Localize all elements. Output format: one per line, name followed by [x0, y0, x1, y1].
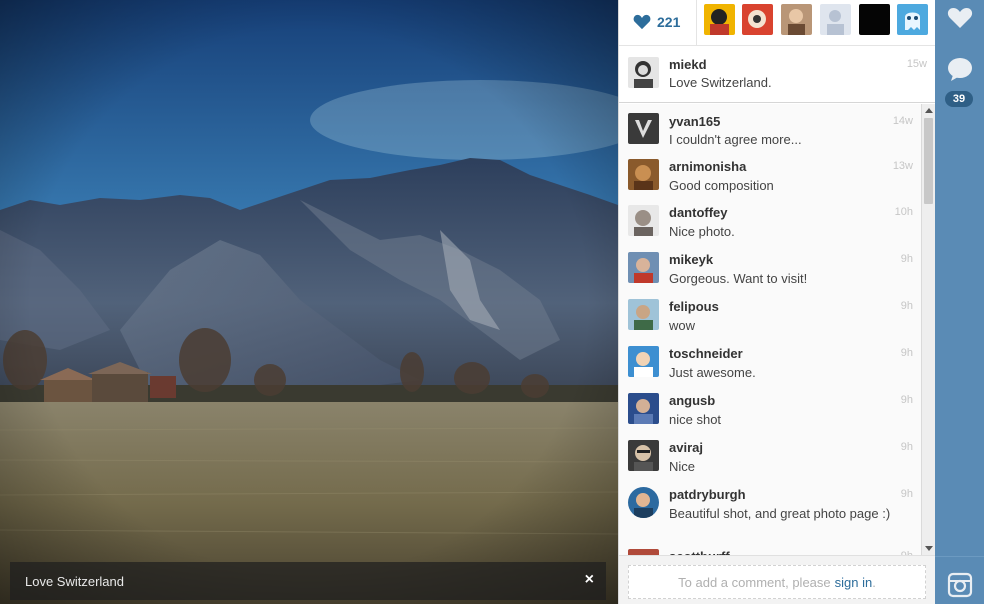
heart-icon	[633, 14, 651, 30]
liker-avatar[interactable]	[859, 4, 890, 35]
liker-avatar[interactable]	[704, 4, 735, 35]
divider	[696, 0, 697, 46]
comment-text: Beautiful shot, and great photo page :)	[669, 506, 891, 521]
comment-text: Nice	[669, 459, 696, 474]
comment-timestamp: 9h	[900, 488, 913, 500]
comment-item: felipous wow 9h	[619, 292, 921, 339]
comment-text: Gorgeous. Want to visit!	[669, 271, 808, 286]
comment-username[interactable]: patdryburgh	[669, 487, 746, 502]
comment-timestamp: 13w	[892, 160, 913, 172]
comment-username[interactable]: yvan165	[669, 114, 720, 129]
comment-text: Just awesome.	[669, 365, 756, 380]
avatar[interactable]	[628, 159, 659, 190]
comments-list[interactable]: yvan165 I couldn't agree more... 14w arn…	[619, 104, 921, 555]
comment-prompt: To add a comment, please	[678, 574, 831, 590]
liker-avatar[interactable]	[781, 4, 812, 35]
photo-caption: Love Switzerland	[25, 573, 124, 589]
instagram-camera-icon[interactable]	[947, 572, 973, 598]
comment-timestamp: 9h	[900, 253, 913, 265]
avatar[interactable]	[628, 487, 659, 518]
comment-item: mikeyk Gorgeous. Want to visit! 9h	[619, 245, 921, 292]
avatar[interactable]	[628, 346, 659, 377]
liker-avatar[interactable]	[742, 4, 773, 35]
comments-scrollbar[interactable]	[921, 104, 935, 555]
comment-timestamp: 9h	[900, 394, 913, 406]
comment-username[interactable]: mikeyk	[669, 252, 713, 267]
comment-bubble-icon[interactable]	[947, 57, 973, 83]
comment-text: Nice photo.	[669, 224, 735, 239]
comment-item: aviraj Nice 9h	[619, 433, 921, 480]
comment-item: toschneider Just awesome. 9h	[619, 339, 921, 386]
post-text: Love Switzerland.	[669, 75, 772, 90]
close-caption-button[interactable]: ×	[585, 572, 594, 588]
avatar[interactable]	[628, 393, 659, 424]
comment-input[interactable]: To add a comment, please sign in .	[628, 565, 926, 599]
avatar[interactable]	[628, 113, 659, 144]
sign-in-link[interactable]: sign in	[835, 575, 873, 590]
avatar[interactable]	[628, 252, 659, 283]
comment-item: scottburff 9h	[619, 544, 921, 555]
photo-viewer: Love Switzerland ×	[0, 0, 618, 604]
divider	[935, 556, 984, 557]
comment-prompt-suffix: .	[872, 574, 876, 590]
scrollbar-thumb[interactable]	[924, 118, 933, 204]
comment-username[interactable]: angusb	[669, 393, 715, 408]
comment-timestamp: 9h	[900, 300, 913, 312]
comment-timestamp: 9h	[900, 441, 913, 453]
liker-avatar[interactable]	[897, 4, 928, 35]
side-panel: 221 miekd Love Switzerland. 15w yvan165 …	[618, 0, 935, 604]
avatar[interactable]	[628, 205, 659, 236]
scroll-down-arrow-icon[interactable]	[925, 546, 933, 551]
like-heart-icon[interactable]	[947, 5, 973, 31]
comment-text: nice shot	[669, 412, 722, 427]
caption-bar: Love Switzerland ×	[10, 562, 606, 600]
comment-item: yvan165 I couldn't agree more... 14w	[619, 104, 921, 151]
liker-avatar[interactable]	[820, 4, 851, 35]
scroll-up-arrow-icon[interactable]	[925, 108, 933, 113]
likes-bar: 221	[619, 0, 935, 46]
comment-text: Good composition	[669, 178, 774, 193]
avatar[interactable]	[628, 299, 659, 330]
like-button[interactable]: 221	[633, 10, 680, 34]
comment-username[interactable]: felipous	[669, 299, 719, 314]
comment-timestamp: 10h	[894, 206, 913, 218]
comment-count-badge: 39	[945, 91, 973, 107]
comment-item: arnimonisha Good composition 13w	[619, 151, 921, 198]
comment-item: patdryburgh Beautiful shot, and great ph…	[619, 480, 921, 544]
comment-text: wow	[669, 318, 696, 333]
comment-username[interactable]: aviraj	[669, 440, 703, 455]
add-comment-area: To add a comment, please sign in .	[619, 555, 935, 604]
comment-item: angusb nice shot 9h	[619, 386, 921, 433]
comment-username[interactable]: arnimonisha	[669, 159, 746, 174]
comment-item: dantoffey Nice photo. 10h	[619, 198, 921, 245]
avatar[interactable]	[628, 57, 659, 88]
comment-timestamp: 9h	[900, 347, 913, 359]
landscape-photo	[0, 0, 618, 604]
comment-username[interactable]: dantoffey	[669, 205, 728, 220]
post-username[interactable]: miekd	[669, 57, 707, 72]
like-count: 221	[657, 14, 681, 30]
comment-timestamp: 14w	[892, 115, 913, 127]
original-post: miekd Love Switzerland. 15w	[619, 47, 935, 103]
avatar[interactable]	[628, 440, 659, 471]
comment-username[interactable]: toschneider	[669, 346, 743, 361]
action-rail: 39	[935, 0, 984, 604]
comment-text: I couldn't agree more...	[669, 132, 802, 147]
post-timestamp: 15w	[906, 58, 927, 70]
